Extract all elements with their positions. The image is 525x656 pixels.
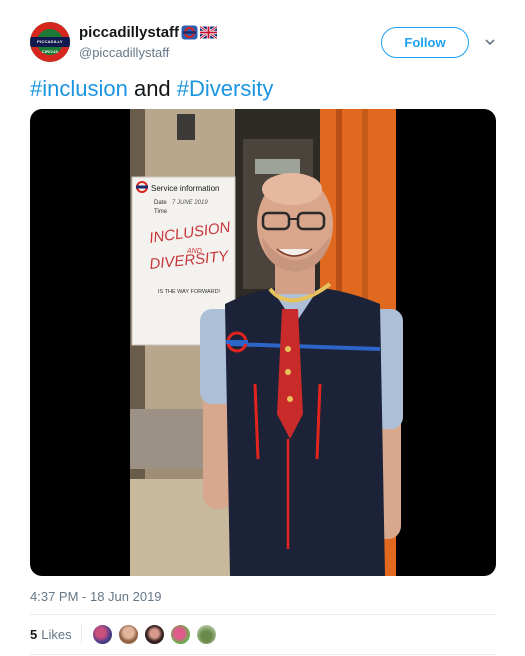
sign-way-forward: IS THE WAY FORWARD! [158, 289, 221, 295]
liker-avatar-3[interactable] [143, 623, 165, 645]
liker-avatar-4[interactable] [169, 623, 191, 645]
liker-avatar-5[interactable] [195, 623, 217, 645]
tweet-header: PICCADILLY CIRCUS piccadillystaff @picca… [30, 20, 500, 68]
tweet-text-conjunction: and [127, 76, 177, 101]
likes-count[interactable]: 5 [30, 627, 37, 642]
liker-avatar-2[interactable] [117, 623, 139, 645]
uk-flag-icon [200, 25, 218, 40]
author-names[interactable]: piccadillystaff @piccadillystaff [79, 24, 218, 60]
author-avatar[interactable]: PICCADILLY CIRCUS [30, 22, 70, 62]
likes-row: 5 Likes [30, 620, 222, 648]
sign-title: Service information [151, 184, 219, 193]
likes-label[interactable]: Likes [41, 627, 71, 642]
tweet-text: #inclusion and #Diversity [30, 76, 273, 102]
divider [30, 654, 496, 655]
tweet-video[interactable]: Service information Date 7 JUNE 2019 Tim… [30, 109, 496, 576]
author-display-name[interactable]: piccadillystaff [79, 24, 218, 41]
tweet-timestamp[interactable]: 4:37 PM - 18 Jun 2019 [30, 589, 162, 604]
hashtag-inclusion[interactable]: #inclusion [30, 76, 128, 101]
follow-button[interactable]: Follow [381, 27, 469, 58]
chevron-down-icon[interactable] [484, 36, 496, 48]
sign-date-value: 7 JUNE 2019 [172, 200, 208, 206]
divider [30, 614, 496, 615]
likes-separator [80, 624, 82, 644]
hashtag-diversity[interactable]: #Diversity [177, 76, 274, 101]
author-handle[interactable]: @piccadillystaff [79, 45, 217, 60]
video-frame: Service information Date 7 JUNE 2019 Tim… [130, 109, 403, 576]
sign-date-label: Date [154, 200, 167, 206]
liker-avatar-1[interactable] [91, 623, 113, 645]
sign-time-label: Time [154, 209, 168, 215]
author-display-name-text: piccadillystaff [79, 24, 180, 41]
avatar-text: PICCADILLY CIRCUS [30, 37, 70, 54]
underground-roundel-icon [181, 25, 198, 40]
